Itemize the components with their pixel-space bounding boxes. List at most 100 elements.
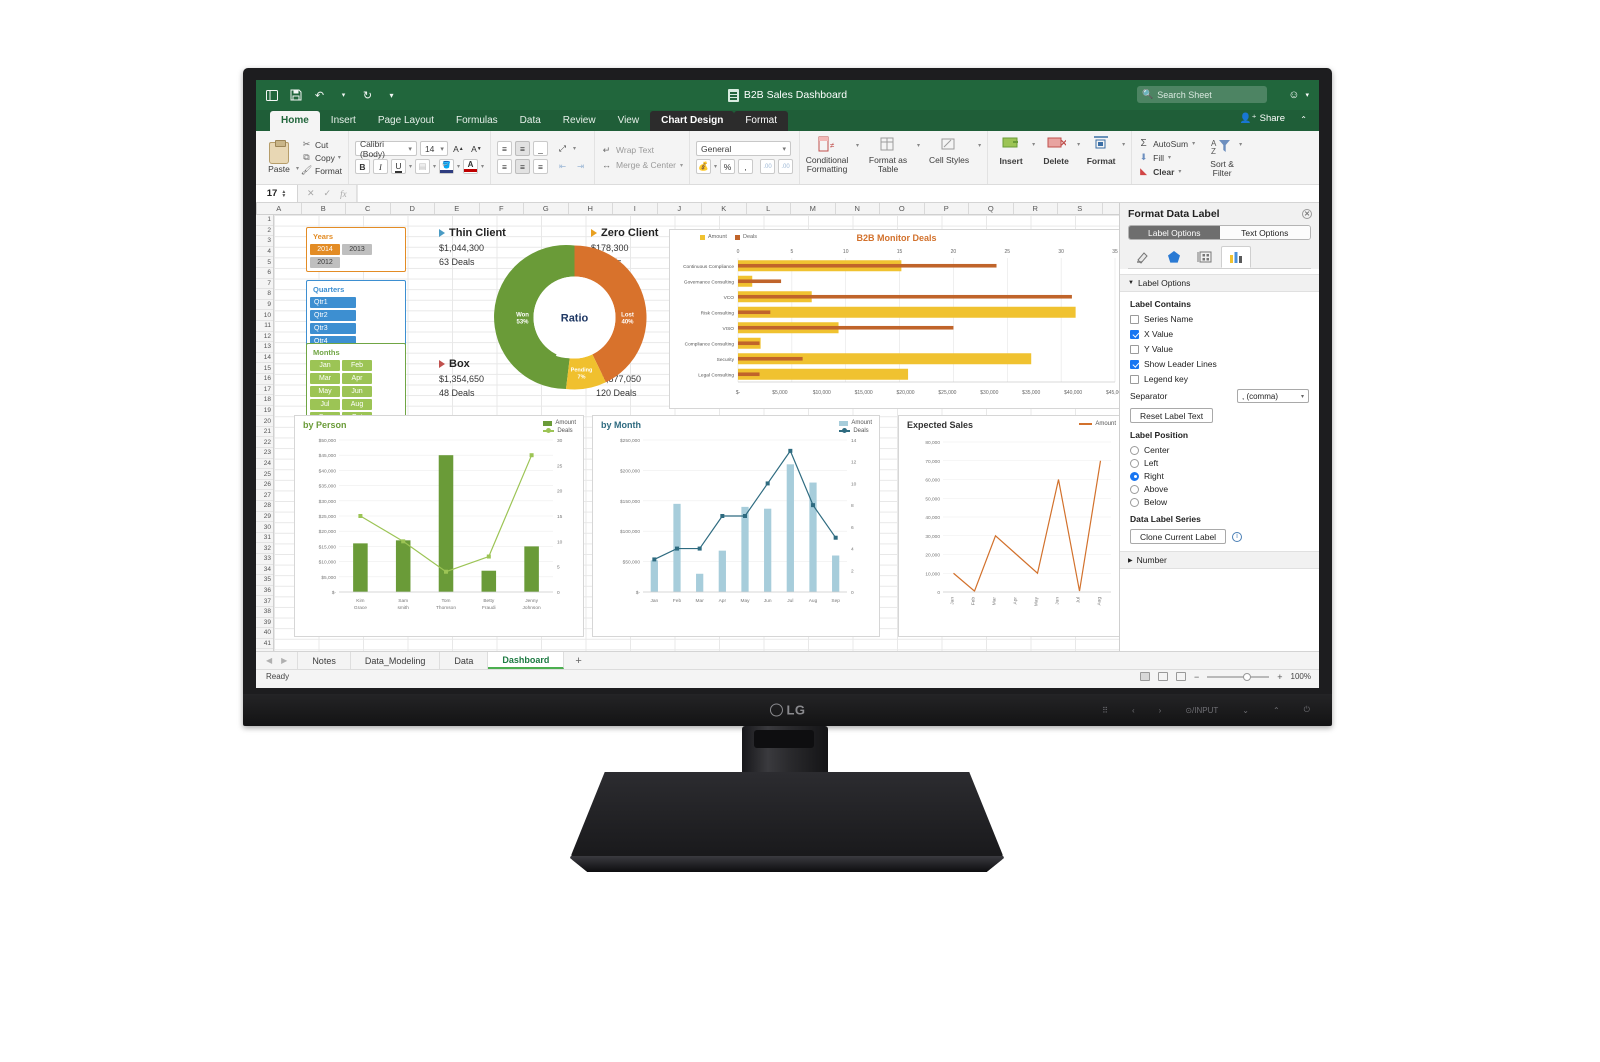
row-header-25[interactable]: 25 bbox=[256, 469, 273, 480]
paste-caret-icon[interactable]: ▾ bbox=[296, 165, 299, 172]
radio-center[interactable]: Center bbox=[1130, 445, 1309, 455]
name-box[interactable]: 17 ▲ ▼ bbox=[256, 185, 298, 202]
delete-caret-icon[interactable]: ▾ bbox=[1077, 141, 1080, 148]
account-icon[interactable]: ☺ bbox=[1288, 89, 1299, 101]
paste-button[interactable]: Paste bbox=[262, 139, 296, 174]
separator-select[interactable]: , (comma) ▾ bbox=[1237, 389, 1309, 403]
radio-left[interactable]: Left bbox=[1130, 458, 1309, 468]
chart-ratio-donut[interactable]: Ratio Won 53% Lost 40% Pending 7% bbox=[492, 235, 657, 400]
radio-below[interactable]: Below bbox=[1130, 497, 1309, 507]
fill-caret-icon[interactable]: ▾ bbox=[1168, 154, 1171, 161]
zoom-in-button[interactable]: + bbox=[1277, 672, 1282, 682]
align-bottom-button[interactable]: _ bbox=[533, 141, 548, 156]
cancel-formula-icon[interactable]: ✕ bbox=[307, 188, 315, 199]
column-header-H[interactable]: H bbox=[569, 203, 613, 214]
font-color-button[interactable]: A bbox=[462, 159, 478, 174]
checkbox-icon[interactable] bbox=[1130, 374, 1139, 384]
slicer-item-aug[interactable]: Aug bbox=[342, 399, 372, 410]
column-header-A[interactable]: A bbox=[257, 203, 302, 214]
slicer-item-jul[interactable]: Jul bbox=[310, 399, 340, 410]
checkbox-icon[interactable] bbox=[1130, 359, 1139, 369]
sheet-tab-dashboard[interactable]: Dashboard bbox=[488, 652, 565, 669]
row-header-11[interactable]: 11 bbox=[256, 321, 273, 332]
row-header-15[interactable]: 15 bbox=[256, 363, 273, 374]
slicer-years-items[interactable]: 2014 2013 2012 bbox=[310, 244, 402, 268]
slicer-quarters-items[interactable]: Qtr1 Qtr2 Qtr3 Qtr4 bbox=[310, 297, 402, 347]
accounting-caret-icon[interactable]: ▾ bbox=[714, 163, 717, 170]
row-header-31[interactable]: 31 bbox=[256, 533, 273, 544]
align-right-button[interactable]: ≡ bbox=[533, 159, 548, 174]
row-header-40[interactable]: 40 bbox=[256, 628, 273, 639]
bold-button[interactable]: B bbox=[354, 159, 370, 174]
row-header-13[interactable]: 13 bbox=[256, 342, 273, 353]
column-header-Q[interactable]: Q bbox=[969, 203, 1014, 214]
insert-caret-icon[interactable]: ▾ bbox=[1032, 141, 1035, 148]
row-header-37[interactable]: 37 bbox=[256, 596, 273, 607]
autosum-button[interactable]: Σ AutoSum ▾ bbox=[1138, 138, 1196, 149]
font-name-caret-icon[interactable]: ▾ bbox=[402, 145, 412, 153]
checkbox-series-name[interactable]: Series Name bbox=[1130, 314, 1309, 324]
slicer-item-2013[interactable]: 2013 bbox=[342, 244, 372, 255]
fill-line-icon[interactable] bbox=[1128, 246, 1158, 268]
checkbox-legend-key[interactable]: Legend key bbox=[1130, 374, 1309, 384]
column-header-O[interactable]: O bbox=[880, 203, 925, 214]
row-header-24[interactable]: 24 bbox=[256, 459, 273, 470]
chevron-left-icon[interactable]: ◀ bbox=[266, 656, 272, 665]
search-input[interactable]: 🔍 Search Sheet bbox=[1137, 86, 1267, 103]
ribbon-tab-page-layout[interactable]: Page Layout bbox=[367, 111, 445, 131]
normal-view-icon[interactable] bbox=[1140, 672, 1150, 681]
row-header-10[interactable]: 10 bbox=[256, 310, 273, 321]
slicer-quarters[interactable]: Quarters Qtr1 Qtr2 Qtr3 Qtr4 bbox=[306, 280, 406, 351]
font-color-caret-icon[interactable]: ▾ bbox=[481, 163, 484, 170]
zoom-slider[interactable] bbox=[1207, 672, 1270, 681]
italic-button[interactable]: I bbox=[372, 159, 388, 174]
name-box-spinner[interactable]: ▲ ▼ bbox=[281, 189, 286, 198]
input-icon[interactable]: ⊙/INPUT bbox=[1185, 706, 1218, 715]
checkbox-icon[interactable] bbox=[1130, 329, 1139, 339]
underline-button[interactable]: U bbox=[390, 159, 406, 174]
radio-icon[interactable] bbox=[1130, 484, 1139, 494]
column-header-L[interactable]: L bbox=[747, 203, 791, 214]
page-break-icon[interactable] bbox=[1176, 672, 1186, 681]
wrap-text-button[interactable]: ↵ Wrap Text bbox=[601, 145, 683, 156]
tab-text-options[interactable]: Text Options bbox=[1219, 226, 1310, 239]
slicer-item-jun[interactable]: Jun bbox=[342, 386, 372, 397]
section-label-options[interactable]: ▼ Label Options bbox=[1120, 274, 1319, 292]
increase-font-size-button[interactable]: A ▲ bbox=[451, 141, 466, 156]
autosum-caret-icon[interactable]: ▾ bbox=[1192, 140, 1195, 147]
grid-icon[interactable]: ⠿ bbox=[1102, 706, 1108, 715]
align-left-button[interactable]: ≡ bbox=[497, 159, 512, 174]
sheet-nav[interactable]: ◀ ▶ bbox=[256, 652, 299, 669]
orientation-button[interactable]: ⤢ bbox=[555, 141, 570, 156]
label-options-icon[interactable] bbox=[1221, 246, 1251, 268]
comma-format-button[interactable]: , bbox=[738, 159, 754, 174]
accounting-format-button[interactable]: 💰 bbox=[696, 159, 712, 174]
chevron-up-icon[interactable]: ⌃ bbox=[1273, 706, 1280, 715]
row-header-27[interactable]: 27 bbox=[256, 490, 273, 502]
column-header-I[interactable]: I bbox=[613, 203, 658, 214]
row-header-14[interactable]: 14 bbox=[256, 353, 273, 364]
column-header-N[interactable]: N bbox=[836, 203, 880, 214]
slicer-item-qtr2[interactable]: Qtr2 bbox=[310, 310, 356, 321]
row-header-20[interactable]: 20 bbox=[256, 416, 273, 427]
row-header-21[interactable]: 21 bbox=[256, 427, 273, 438]
row-header-42[interactable]: 42 bbox=[256, 649, 273, 652]
confirm-formula-icon[interactable]: ✓ bbox=[324, 188, 332, 199]
ribbon-tab-chart-design[interactable]: Chart Design bbox=[650, 111, 735, 131]
chart-by-month[interactable]: by Month Amount Deals $- $50,000 $100,000 $… bbox=[592, 415, 880, 637]
sheet-tab-data[interactable]: Data bbox=[440, 652, 489, 669]
clone-current-label-button[interactable]: Clone Current Label bbox=[1130, 529, 1227, 544]
ribbon-tab-strip[interactable]: Home Insert Page Layout Formulas Data Re… bbox=[256, 110, 1319, 131]
row-header-30[interactable]: 30 bbox=[256, 522, 273, 533]
chart-expected-sales[interactable]: Expected Sales Amount 0 10,000 20,000 30,00… bbox=[898, 415, 1119, 637]
radio-icon[interactable] bbox=[1130, 445, 1139, 455]
checkbox-y-value[interactable]: Y Value bbox=[1130, 344, 1309, 354]
chart-b2b-monitor-deals[interactable]: Amount Deals B2B Monitor Deals 0 5 10 15 20 2… bbox=[669, 229, 1119, 409]
format-cells-caret-icon[interactable]: ▾ bbox=[1122, 141, 1125, 148]
panel-close-icon[interactable]: ✕ bbox=[1302, 209, 1312, 219]
column-header-D[interactable]: D bbox=[391, 203, 435, 214]
borders-caret-icon[interactable]: ▾ bbox=[433, 163, 436, 170]
chevron-down-icon[interactable]: ⌄ bbox=[1242, 706, 1249, 715]
column-header-K[interactable]: K bbox=[702, 203, 747, 214]
format-cells-button[interactable]: Format bbox=[1084, 134, 1118, 166]
